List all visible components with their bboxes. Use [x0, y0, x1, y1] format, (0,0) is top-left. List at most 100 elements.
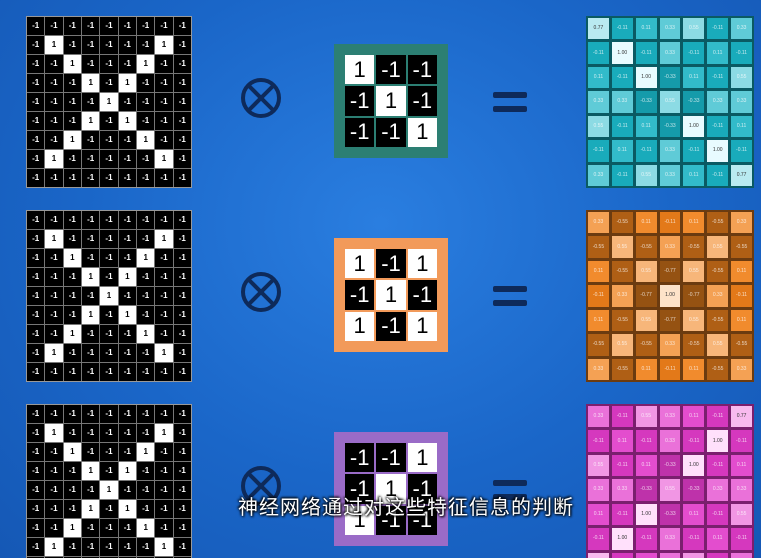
equals-sign: [493, 90, 527, 116]
input-cell: -1: [173, 55, 191, 73]
feature-map-cell: 1.00: [707, 140, 729, 162]
input-cell: 1: [82, 500, 100, 518]
feature-map-cell: 0.11: [635, 18, 657, 40]
feature-map-cell: 0.11: [635, 454, 657, 477]
input-cell: -1: [27, 287, 45, 305]
input-cell: -1: [45, 500, 63, 518]
feature-map-cell: -0.11: [611, 18, 633, 40]
input-cell: -1: [173, 344, 191, 362]
feature-map-cell: -0.11: [707, 18, 729, 40]
input-cell: -1: [100, 424, 118, 442]
input-cell: -1: [137, 462, 155, 480]
input-cell: -1: [173, 230, 191, 248]
input-cell: -1: [100, 230, 118, 248]
feature-map-cell: -0.11: [611, 115, 633, 138]
input-cell: -1: [155, 363, 173, 381]
feature-map-cell: 0.11: [683, 406, 705, 428]
feature-map-cell: 0.11: [731, 454, 752, 477]
input-cell: -1: [63, 306, 81, 324]
kernel-cell: 1: [376, 280, 406, 310]
feature-map-cell: 0.55: [731, 66, 752, 89]
input-cell: -1: [137, 481, 155, 499]
input-cell: -1: [118, 55, 136, 73]
input-cell: 1: [82, 112, 100, 130]
feature-map-cell: 1.00: [635, 503, 657, 526]
input-cell: -1: [118, 405, 136, 423]
feature-map-cell: -0.11: [611, 552, 633, 558]
input-cell: -1: [82, 538, 100, 556]
input-cell: 1: [63, 443, 81, 461]
input-cell: -1: [173, 93, 191, 111]
feature-map-cell: 0.33: [659, 42, 681, 64]
feature-map-cell: -0.11: [707, 503, 729, 526]
input-cell: -1: [100, 405, 118, 423]
input-cell: -1: [82, 363, 100, 381]
input-cell: -1: [45, 112, 63, 130]
feature-map-cell: -0.55: [731, 236, 752, 258]
feature-map-cell: -0.55: [611, 358, 633, 380]
input-cell: 1: [118, 500, 136, 518]
input-cell: -1: [63, 74, 81, 92]
feature-map-cell: -0.55: [635, 236, 657, 258]
input-cell: -1: [27, 131, 45, 149]
input-cell: -1: [118, 344, 136, 362]
feature-map-cell: -0.33: [683, 479, 705, 501]
input-cell: -1: [173, 17, 191, 35]
input-cell: -1: [118, 287, 136, 305]
input-cell: 1: [82, 462, 100, 480]
feature-map-cell: -0.55: [683, 334, 705, 356]
feature-map-cell: -0.55: [611, 260, 633, 283]
feature-map-cell: 0.55: [683, 18, 705, 40]
feature-map-cell: -0.11: [731, 42, 752, 64]
input-cell: 1: [155, 424, 173, 442]
input-cell: -1: [63, 169, 81, 187]
feature-map-cell: -0.11: [683, 528, 705, 550]
input-cell: -1: [27, 249, 45, 267]
feature-map-cell: 0.55: [588, 454, 609, 477]
input-cell: 1: [45, 344, 63, 362]
input-cell: -1: [137, 211, 155, 229]
input-cell: 1: [63, 131, 81, 149]
input-cell: -1: [137, 74, 155, 92]
input-cell: -1: [100, 306, 118, 324]
feature-map-cell: -0.11: [659, 212, 681, 234]
feature-map-cell: 0.33: [731, 552, 752, 558]
input-cell: -1: [45, 462, 63, 480]
input-cell: -1: [63, 230, 81, 248]
feature-map-cell: 1.00: [683, 454, 705, 477]
input-cell: -1: [118, 249, 136, 267]
input-cell: -1: [82, 443, 100, 461]
input-cell: -1: [137, 405, 155, 423]
kernel-cell: -1: [345, 86, 375, 116]
feature-map-grid: 0.33 -0.55 0.11 -0.11 0.11 -0.55 0.33 -0.55 0.55…: [586, 210, 754, 382]
input-cell: -1: [173, 150, 191, 168]
feature-map-cell: -0.11: [635, 430, 657, 452]
input-cell: -1: [155, 211, 173, 229]
input-cell: 1: [155, 36, 173, 54]
input-cell: -1: [173, 363, 191, 381]
input-cell: 1: [137, 443, 155, 461]
input-cell: -1: [27, 150, 45, 168]
input-cell: -1: [45, 169, 63, 187]
feature-map-cell: -0.11: [611, 66, 633, 89]
feature-map-cell: -0.33: [635, 91, 657, 113]
input-cell: -1: [82, 131, 100, 149]
feature-map-cell: 0.33: [659, 430, 681, 452]
feature-map-cell: -0.55: [611, 212, 633, 234]
input-cell: -1: [82, 211, 100, 229]
feature-map-cell: 0.33: [659, 164, 681, 186]
input-cell: 1: [137, 325, 155, 343]
feature-map-cell: -0.11: [707, 552, 729, 558]
input-cell: -1: [137, 36, 155, 54]
input-cell: -1: [27, 363, 45, 381]
feature-map-cell: 0.55: [659, 91, 681, 113]
input-cell: -1: [100, 519, 118, 537]
input-cell: -1: [118, 481, 136, 499]
feature-map-cell: 0.11: [683, 358, 705, 380]
feature-map-cell: -0.11: [683, 140, 705, 162]
input-cell: -1: [137, 93, 155, 111]
input-cell: -1: [100, 169, 118, 187]
input-cell: -1: [118, 519, 136, 537]
input-cell: -1: [27, 230, 45, 248]
kernel-cell: 1: [407, 443, 437, 473]
